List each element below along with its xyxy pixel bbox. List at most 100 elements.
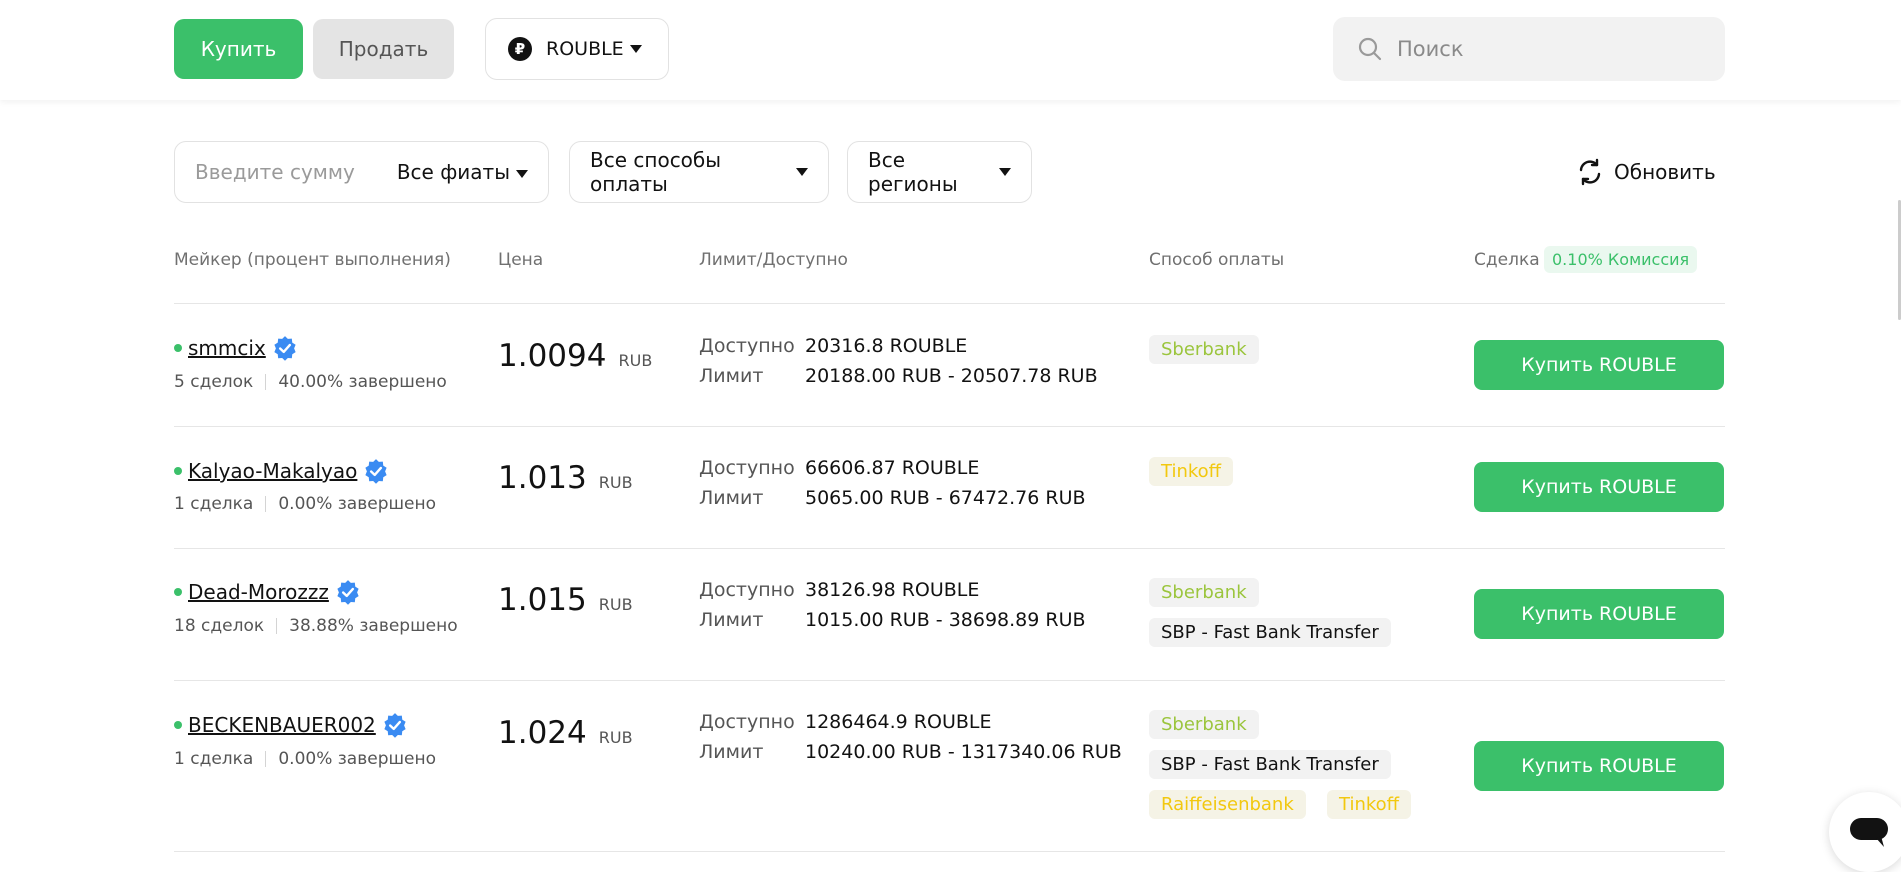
limit-value: 10240.00 RUB - 1317340.06 RUB [805,741,1122,763]
online-indicator [174,467,182,475]
price-value: 1.013 [498,460,587,496]
top-bar: Купить Продать ₽ ROUBLE Поиск [0,0,1901,100]
price-value: 1.0094 [498,338,607,374]
maker: Kalyao-Makalyao [174,458,389,484]
price: 1.013 RUB [498,460,633,496]
chat-support-button[interactable] [1829,792,1901,872]
available-label: Доступно [699,457,795,479]
buy-rouble-button[interactable]: Купить ROUBLE [1474,589,1724,639]
limit-label: Лимит [699,609,764,631]
limit-value: 1015.00 RUB - 38698.89 RUB [805,609,1086,631]
buy-rouble-button[interactable]: Купить ROUBLE [1474,741,1724,791]
maker: Dead-Morozzz [174,579,361,605]
separator [276,618,278,634]
chevron-down-icon [999,168,1011,176]
refresh-label: Обновить [1614,160,1716,184]
price: 1.024 RUB [498,715,633,751]
limit-value: 5065.00 RUB - 67472.76 RUB [805,487,1086,509]
fee-badge: 0.10% Комиссия [1544,246,1698,273]
verified-badge-icon [384,713,406,738]
price: 1.0094 RUB [498,338,652,374]
currency-label: ROUBLE [546,38,624,60]
maker-stats: 5 сделок 40.00% завершено [174,372,447,392]
table-row: Kalyao-Makalyao 1 сделка 0.00% завершено… [0,426,1901,548]
table-row: smmcix 5 сделок 40.00% завершено 1.0094 R… [0,303,1901,426]
search-input[interactable]: Поиск [1333,17,1725,81]
deal-count: 1 сделка [174,494,254,514]
header-price: Цена [498,250,544,270]
table-row: Dead-Morozzz 18 сделок 38.88% завершено … [0,548,1901,680]
verified-badge-icon [274,336,296,361]
maker-name-link[interactable]: smmcix [188,336,266,360]
amount-filter[interactable]: Введите сумму Все фиаты [174,141,549,203]
fiat-dropdown[interactable]: Все фиаты [397,160,528,184]
online-indicator [174,721,182,729]
fiat-dropdown-label: Все фиаты [396,160,510,184]
separator [265,374,267,390]
amount-input[interactable]: Введите сумму [195,160,355,184]
maker-stats: 18 сделок 38.88% завершено [174,616,458,636]
refresh-button[interactable]: Обновить [1576,158,1716,186]
available-value: 66606.87 ROUBLE [805,457,980,479]
available-label: Доступно [699,335,795,357]
online-indicator [174,588,182,596]
table-row: BECKENBAUER002 1 сделка 0.00% завершено … [0,680,1901,852]
price-value: 1.015 [498,582,587,618]
search-icon [1358,37,1382,61]
payment-method-dropdown[interactable]: Все способы оплаты [569,141,829,203]
available-label: Доступно [699,579,795,601]
maker-name-link[interactable]: Dead-Morozzz [188,580,329,604]
payment-badge: Tinkoff [1149,457,1234,486]
divider [174,851,1725,852]
price-unit: RUB [598,473,633,492]
online-indicator [174,344,182,352]
deal-count: 18 сделок [174,616,265,636]
verified-badge-icon [337,580,359,605]
sell-tab-button[interactable]: Продать [313,19,454,79]
header-payment: Способ оплаты [1149,250,1285,270]
price: 1.015 RUB [498,582,633,618]
chevron-down-icon [516,169,528,178]
refresh-icon [1579,158,1601,186]
available-value: 1286464.9 ROUBLE [805,711,992,733]
verified-badge-icon [365,459,387,484]
header-deal: Сделка [1474,250,1540,270]
price-unit: RUB [598,595,633,614]
search-placeholder: Поиск [1397,37,1464,61]
completion-rate: 0.00% завершено [278,749,437,769]
completion-rate: 40.00% завершено [278,372,447,392]
price-unit: RUB [618,351,653,370]
limit-value: 20188.00 RUB - 20507.78 RUB [805,365,1098,387]
payment-badge: SBP - Fast Bank Transfer [1149,618,1391,647]
separator [265,496,267,512]
buy-rouble-button[interactable]: Купить ROUBLE [1474,340,1724,390]
limit-label: Лимит [699,487,764,509]
buy-rouble-button[interactable]: Купить ROUBLE [1474,462,1724,512]
chevron-down-icon [796,168,808,176]
completion-rate: 0.00% завершено [278,494,437,514]
region-dropdown[interactable]: Все регионы [847,141,1032,203]
payment-badge: SBP - Fast Bank Transfer [1149,750,1391,779]
header-maker: Мейкер (процент выполнения) [174,250,451,270]
payment-badge: Raiffeisenbank [1149,790,1306,819]
completion-rate: 38.88% завершено [289,616,458,636]
maker-name-link[interactable]: BECKENBAUER002 [188,713,376,737]
available-value: 20316.8 ROUBLE [805,335,968,357]
limit-label: Лимит [699,741,764,763]
currency-selector[interactable]: ₽ ROUBLE [485,18,669,80]
payment-badge: Sberbank [1149,578,1259,607]
deal-count: 1 сделка [174,749,254,769]
maker-stats: 1 сделка 0.00% завершено [174,494,436,514]
maker-name-link[interactable]: Kalyao-Makalyao [188,459,357,483]
buy-tab-button[interactable]: Купить [174,19,303,79]
maker: BECKENBAUER002 [174,712,408,738]
maker-stats: 1 сделка 0.00% завершено [174,749,436,769]
available-label: Доступно [699,711,795,733]
rouble-coin-icon: ₽ [508,37,532,61]
payment-badge: Sberbank [1149,710,1259,739]
region-label: Все регионы [868,148,958,196]
chevron-down-icon [629,45,642,53]
price-value: 1.024 [498,715,587,751]
maker: smmcix [174,335,298,361]
payment-badge: Tinkoff [1327,790,1412,819]
